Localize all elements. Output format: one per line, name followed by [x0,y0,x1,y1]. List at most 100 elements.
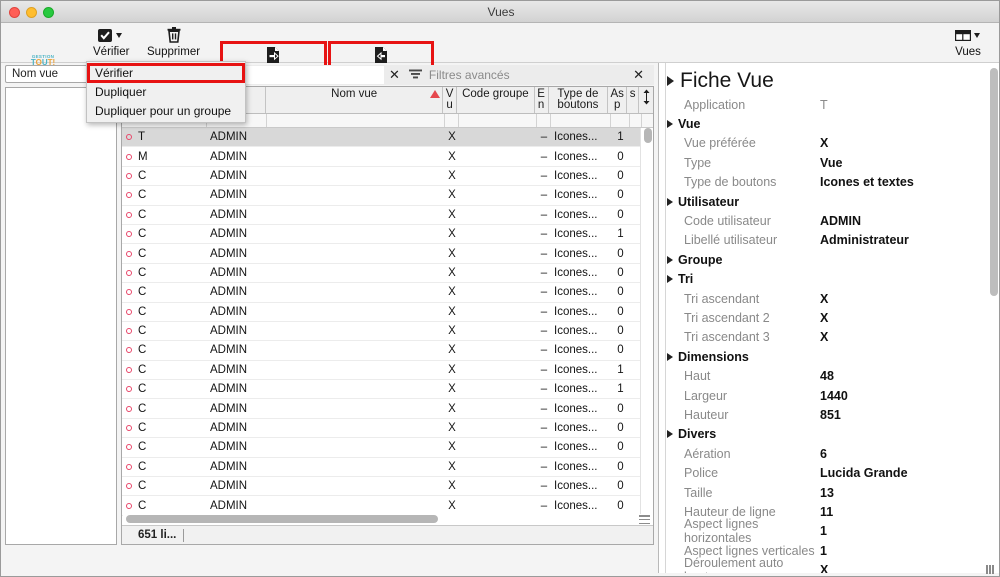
minimize-window-button[interactable] [26,7,37,18]
cell-type-boutons: Icones... [554,499,598,512]
fiche-property-row[interactable]: Aération 6 [659,444,999,463]
table-row[interactable]: C ADMIN X –Icones... 0 [122,303,653,322]
table-row[interactable]: C ADMIN X –Icones... 0 [122,458,653,478]
fiche-group-header[interactable]: Tri [659,270,999,289]
fiche-property-row[interactable]: Type Vue [659,153,999,172]
filter-cell-type-boutons[interactable] [551,114,611,127]
fiche-property-row[interactable]: Libellé utilisateur Administrateur [659,231,999,250]
menu-item-dupliquer-pour-un-groupe[interactable]: Dupliquer pour un groupe [87,102,245,121]
table-row[interactable]: C ADMIN X –Icones... 0 [122,186,653,206]
table-header-code-groupe[interactable]: Code groupe [457,87,535,113]
table-row[interactable]: C ADMIN X – Icones... 1 [122,380,653,400]
table-vertical-scrollbar[interactable] [640,128,653,532]
filter-cell-s[interactable] [630,114,642,127]
filtres-avances-label[interactable]: Filtres avancés [429,68,510,82]
table-vertical-scroll-thumb[interactable] [644,128,652,143]
cell-nom-vue [267,206,445,224]
maximize-window-button[interactable] [43,7,54,18]
left-tree-panel[interactable] [5,87,117,545]
fiche-property-row[interactable]: Hauteur 851 [659,405,999,424]
table-row[interactable]: C ADMIN X – Icones... 1 [122,361,653,381]
expand-triangle-icon[interactable] [667,255,673,264]
table-row[interactable]: C ADMIN X –Icones... 0 [122,283,653,303]
filter-bar-close-icon[interactable]: ✕ [633,67,644,83]
fiche-property-row[interactable]: Tri ascendant 3 X [659,328,999,347]
expand-triangle-icon[interactable] [667,120,673,129]
filter-search-input[interactable] [246,66,384,84]
vues-toolbar-button[interactable]: Vues [953,25,983,58]
table-header-s[interactable]: s [627,87,640,113]
table-row[interactable]: C ADMIN X –Icones... 0 [122,206,653,225]
table-row[interactable]: C ADMIN X –Icones... 0 [122,496,653,516]
filter-funnel-icon[interactable] [408,68,423,83]
fiche-property-row[interactable]: Type de boutons Icones et textes [659,173,999,192]
fiche-property-row[interactable]: Application T [659,95,999,114]
table-options-grip[interactable] [639,515,650,524]
cell-type-letter: C [138,266,147,279]
filter-clear-icon[interactable]: ✕ [389,68,400,83]
window-resize-grip[interactable] [986,564,996,574]
fiche-group-header[interactable]: Dimensions [659,347,999,366]
cell-asp: 0 [617,441,624,454]
table-row[interactable]: C ADMIN X –Icones... 0 [122,341,653,361]
table-header-asp[interactable]: Asp [608,87,628,113]
table-row[interactable]: C ADMIN X –Icones... 0 [122,419,653,439]
table-row[interactable]: C ADMIN X – Icones... 1 [122,225,653,245]
expand-triangle-icon[interactable] [667,352,673,361]
fiche-property-row[interactable]: Largeur 1440 [659,386,999,405]
right-panel-scroll-thumb[interactable] [990,68,998,296]
filter-cell-vu[interactable] [445,114,459,127]
table-row[interactable]: C ADMIN X –Icones... 0 [122,264,653,284]
filter-cell-code-groupe[interactable] [459,114,537,127]
cell-code-groupe [459,419,537,437]
expand-triangle-icon[interactable] [667,197,673,206]
close-window-button[interactable] [9,7,20,18]
fiche-property-row[interactable]: Tri ascendant 2 X [659,308,999,327]
fiche-property-row[interactable]: Code utilisateur ADMIN [659,211,999,230]
menu-item-dupliquer[interactable]: Dupliquer [87,83,245,102]
table-row[interactable]: C ADMIN X –Icones... 0 [122,167,653,187]
table-row[interactable]: C ADMIN X –Icones... 0 [122,322,653,342]
table-header-vu[interactable]: Vu [443,87,458,113]
fiche-property-row[interactable]: Haut 48 [659,366,999,385]
table-header-nom-vue[interactable]: Nom vue [266,87,444,113]
expand-triangle-icon[interactable] [667,430,673,439]
fiche-property-row[interactable]: Déroulement auto boutons X [659,556,999,573]
table-horizontal-scroll-thumb[interactable] [126,515,438,523]
table-row[interactable]: C ADMIN X –Icones... 0 [122,438,653,458]
table-row[interactable]: C ADMIN X –Icones... 0 [122,244,653,264]
right-panel-scrollbar[interactable] [988,67,999,567]
fiche-property-row[interactable]: Tri ascendant X [659,289,999,308]
cell-asp: 0 [617,344,624,357]
table-row[interactable]: C ADMIN X –Icones... 0 [122,399,653,419]
sort-ascending-icon[interactable] [430,90,441,98]
collapse-triangle-icon[interactable] [667,76,674,86]
cell-code-groupe [459,361,537,379]
cell-code-groupe [459,341,537,359]
table-row[interactable]: T ADMIN X – Icones... 1 [122,128,653,148]
fiche-property-row[interactable]: Police Lucida Grande [659,463,999,482]
fiche-property-row[interactable]: Taille 13 [659,483,999,502]
filter-cell-nom-vue[interactable] [267,114,445,127]
fiche-group-header[interactable]: Vue [659,114,999,133]
verifier-toolbar-button[interactable]: Vérifier [93,25,129,58]
cell-en: – [540,189,548,202]
table-horizontal-scrollbar[interactable] [123,514,641,525]
fiche-group-header[interactable]: Divers [659,425,999,444]
panel-splitter-handle[interactable] [646,89,657,101]
supprimer-toolbar-button[interactable]: Supprimer [147,25,200,58]
filter-cell-en[interactable] [537,114,551,127]
menu-item-verifier[interactable]: Vérifier [87,63,245,83]
table-header-en[interactable]: En [535,87,549,113]
fiche-group-header[interactable]: Utilisateur [659,192,999,211]
fiche-group-header[interactable]: Groupe [659,250,999,269]
table-row[interactable]: M ADMIN X – Icones... 0 [122,147,653,167]
table-row[interactable]: C ADMIN X –Icones... 0 [122,477,653,497]
fiche-property-row[interactable]: Vue préférée X [659,134,999,153]
table-header-type-boutons[interactable]: Type de boutons [549,87,609,113]
document-export-icon [264,45,282,65]
table-header-en-label: En [537,88,545,111]
expand-triangle-icon[interactable] [667,275,673,284]
fiche-property-row[interactable]: Aspect lignes horizontales 1 [659,517,999,545]
filter-cell-asp[interactable] [611,114,630,127]
